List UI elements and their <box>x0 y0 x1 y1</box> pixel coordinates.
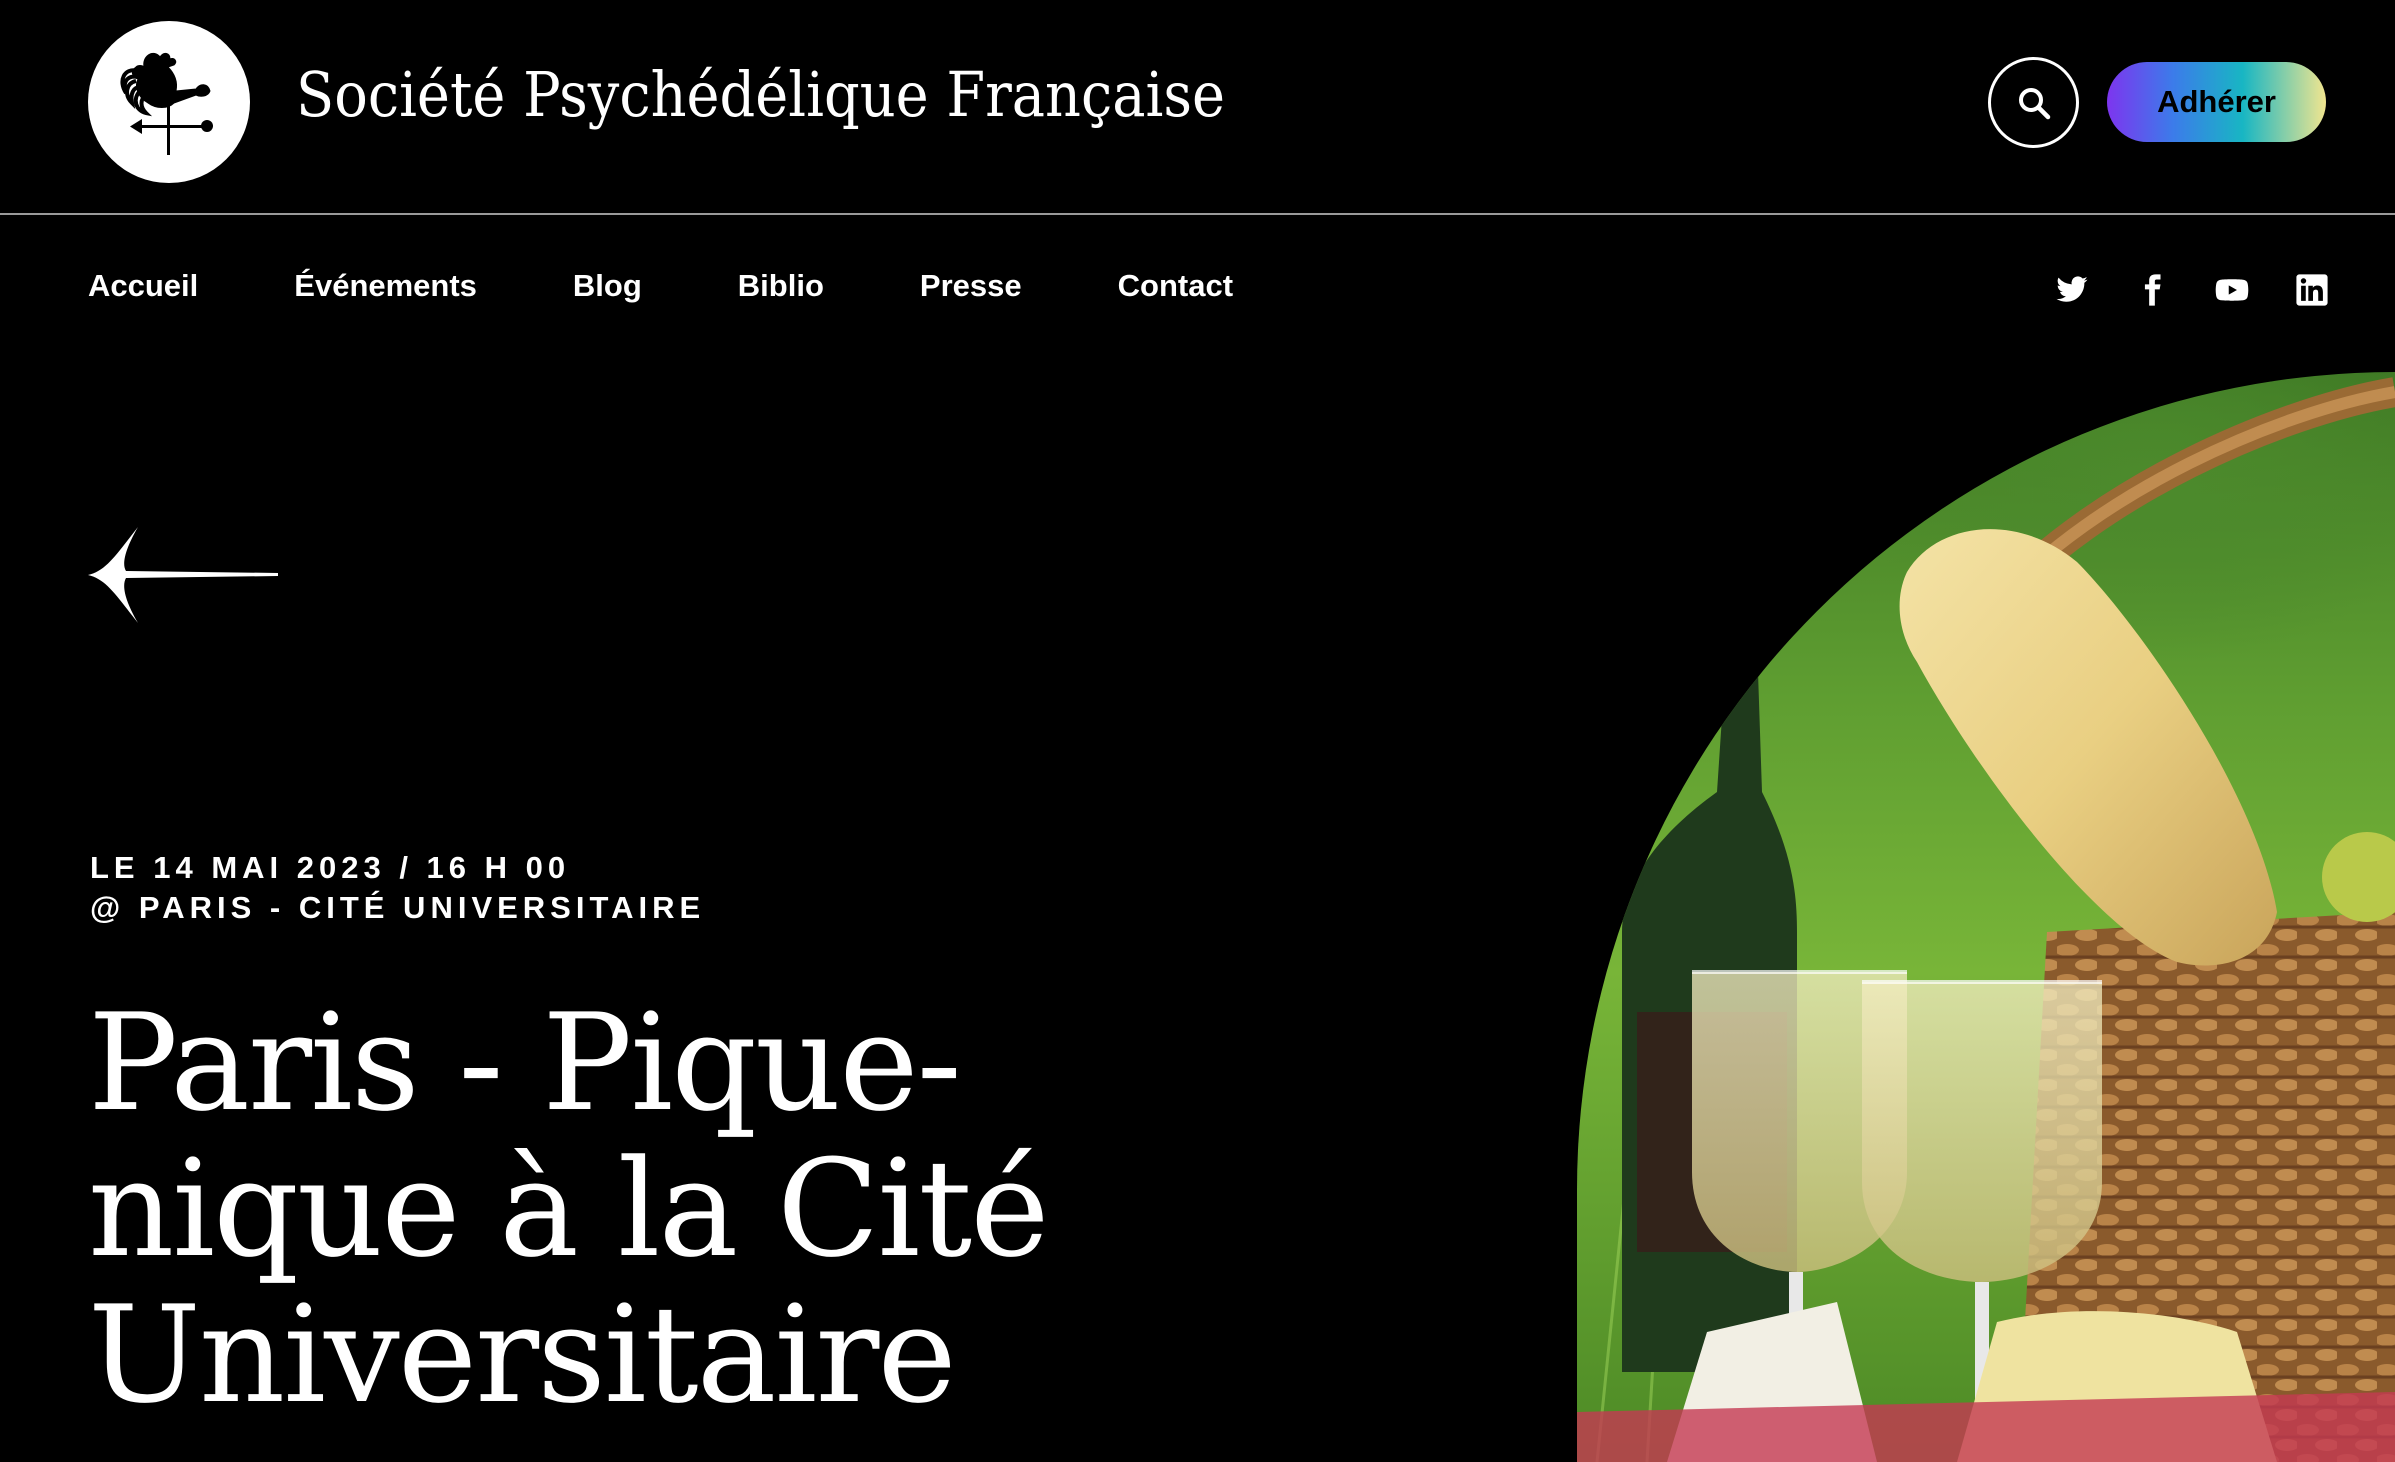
youtube-icon <box>2215 279 2249 301</box>
nav-item-biblio[interactable]: Biblio <box>738 268 824 304</box>
event-location: @ PARIS - CITÉ UNIVERSITAIRE <box>90 890 706 925</box>
event-date: LE 14 MAI 2023 / 16 H 00 <box>90 850 571 885</box>
event-meta: LE 14 MAI 2023 / 16 H 00 @ PARIS - CITÉ … <box>90 848 705 928</box>
linkedin-link[interactable] <box>2292 270 2332 310</box>
nav-item-accueil[interactable]: Accueil <box>88 268 198 304</box>
twitter-icon <box>2056 276 2088 302</box>
site-header: Société Psychédélique Française Adhérer <box>0 0 2395 214</box>
event-hero-image <box>1577 372 2395 1462</box>
main-nav: Accueil Événements Blog Biblio Presse Co… <box>88 268 1329 304</box>
rooster-weathervane-icon <box>120 52 213 155</box>
search-icon <box>2018 87 2050 119</box>
header-divider <box>0 213 2395 215</box>
twitter-link[interactable] <box>2052 270 2092 310</box>
nav-item-evenements[interactable]: Événements <box>294 268 477 304</box>
facebook-link[interactable] <box>2132 270 2172 310</box>
picnic-photo-illustration <box>1577 377 2395 1462</box>
social-links <box>2052 270 2332 310</box>
nav-item-presse[interactable]: Presse <box>920 268 1022 304</box>
join-button[interactable]: Adhérer <box>2107 62 2326 142</box>
facebook-icon <box>2144 274 2161 306</box>
page: Société Psychédélique Française Adhérer … <box>0 0 2395 1462</box>
linkedin-icon <box>2296 274 2328 306</box>
nav-item-contact[interactable]: Contact <box>1118 268 1233 304</box>
event-title: Paris - Pique-nique à la Cité Universita… <box>88 985 1050 1433</box>
youtube-link[interactable] <box>2212 270 2252 310</box>
back-arrow-icon[interactable] <box>86 525 281 625</box>
site-logo[interactable] <box>88 21 250 183</box>
search-button[interactable] <box>1988 57 2079 148</box>
nav-item-blog[interactable]: Blog <box>573 268 642 304</box>
site-title[interactable]: Société Psychédélique Française <box>296 58 1225 131</box>
